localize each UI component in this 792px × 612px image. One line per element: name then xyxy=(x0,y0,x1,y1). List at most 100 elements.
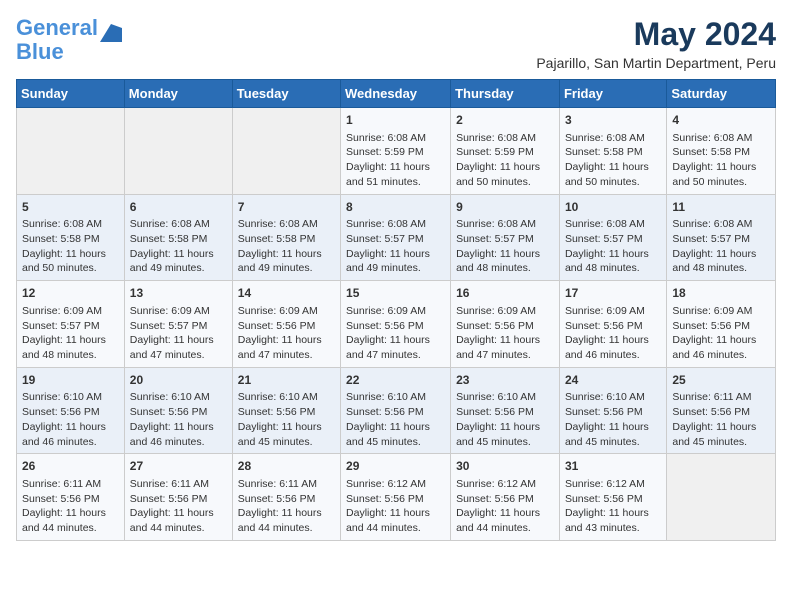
day-info: and 50 minutes. xyxy=(565,175,661,190)
logo-icon xyxy=(100,24,122,42)
calendar-cell: 21Sunrise: 6:10 AMSunset: 5:56 PMDayligh… xyxy=(232,367,340,454)
day-info: Sunrise: 6:08 AM xyxy=(565,217,661,232)
day-info: Daylight: 11 hours xyxy=(346,247,445,262)
day-info: Daylight: 11 hours xyxy=(130,506,227,521)
day-info: and 51 minutes. xyxy=(346,175,445,190)
day-info: Sunset: 5:56 PM xyxy=(456,405,554,420)
day-info: Daylight: 11 hours xyxy=(565,420,661,435)
day-info: Sunset: 5:56 PM xyxy=(238,405,335,420)
day-info: Daylight: 11 hours xyxy=(672,333,770,348)
calendar-cell: 8Sunrise: 6:08 AMSunset: 5:57 PMDaylight… xyxy=(341,194,451,281)
day-info: Daylight: 11 hours xyxy=(130,247,227,262)
day-info: Sunset: 5:58 PM xyxy=(130,232,227,247)
day-info: Daylight: 11 hours xyxy=(565,247,661,262)
calendar-cell: 30Sunrise: 6:12 AMSunset: 5:56 PMDayligh… xyxy=(451,454,560,541)
day-info: Sunset: 5:57 PM xyxy=(565,232,661,247)
day-info: Daylight: 11 hours xyxy=(22,420,119,435)
day-info: and 47 minutes. xyxy=(130,348,227,363)
calendar-cell: 20Sunrise: 6:10 AMSunset: 5:56 PMDayligh… xyxy=(124,367,232,454)
day-number: 6 xyxy=(130,199,227,216)
day-info: Sunrise: 6:11 AM xyxy=(130,477,227,492)
day-info: Sunset: 5:56 PM xyxy=(346,319,445,334)
calendar-cell: 22Sunrise: 6:10 AMSunset: 5:56 PMDayligh… xyxy=(341,367,451,454)
day-number: 28 xyxy=(238,458,335,475)
day-number: 29 xyxy=(346,458,445,475)
day-info: and 47 minutes. xyxy=(456,348,554,363)
week-row-3: 12 Sunrise: 6:09 AM Sunset: 5:57 PM Dayligh… xyxy=(17,281,776,368)
day-info: Sunset: 5:58 PM xyxy=(238,232,335,247)
calendar-table: SundayMondayTuesdayWednesdayThursdayFrid… xyxy=(16,79,776,541)
day-info: and 44 minutes. xyxy=(130,521,227,536)
day-info: Sunrise: 6:10 AM xyxy=(130,390,227,405)
calendar-cell: 6Sunrise: 6:08 AMSunset: 5:58 PMDaylight… xyxy=(124,194,232,281)
day-number: 11 xyxy=(672,199,770,216)
day-info: Sunrise: 6:10 AM xyxy=(346,390,445,405)
day-info: Daylight: 11 hours xyxy=(565,506,661,521)
calendar-cell: 13Sunrise: 6:09 AMSunset: 5:57 PMDayligh… xyxy=(124,281,232,368)
calendar-cell: 2Sunrise: 6:08 AMSunset: 5:59 PMDaylight… xyxy=(451,108,560,195)
day-info: Sunrise: 6:08 AM xyxy=(238,217,335,232)
day-info: Sunrise: 6:09 AM xyxy=(130,304,227,319)
calendar-cell: 7Sunrise: 6:08 AMSunset: 5:58 PMDaylight… xyxy=(232,194,340,281)
day-info: and 48 minutes. xyxy=(456,261,554,276)
day-info: Daylight: 11 hours xyxy=(456,420,554,435)
day-number: 8 xyxy=(346,199,445,216)
day-info: Sunrise: 6:08 AM xyxy=(130,217,227,232)
day-number: 19 xyxy=(22,372,119,389)
day-info: Sunrise: 6:09 AM xyxy=(238,304,335,319)
week-row-2: 5Sunrise: 6:08 AMSunset: 5:58 PMDaylight… xyxy=(17,194,776,281)
logo-text: General Blue xyxy=(16,16,98,64)
day-number: 16 xyxy=(456,285,554,302)
calendar-cell: 9Sunrise: 6:08 AMSunset: 5:57 PMDaylight… xyxy=(451,194,560,281)
day-info: Sunset: 5:57 PM xyxy=(346,232,445,247)
day-info: Sunrise: 6:08 AM xyxy=(22,217,119,232)
day-info: Sunrise: 6:08 AM xyxy=(672,131,770,146)
day-info: and 45 minutes. xyxy=(565,435,661,450)
calendar-cell: 23Sunrise: 6:10 AMSunset: 5:56 PMDayligh… xyxy=(451,367,560,454)
day-info: Sunset: 5:57 PM xyxy=(456,232,554,247)
day-number: 12 xyxy=(22,285,119,302)
calendar-cell xyxy=(232,108,340,195)
day-info: Sunset: 5:57 PM xyxy=(22,319,119,334)
week-row-1: 1Sunrise: 6:08 AMSunset: 5:59 PMDaylight… xyxy=(17,108,776,195)
day-info: Daylight: 11 hours xyxy=(672,247,770,262)
day-info: Sunrise: 6:11 AM xyxy=(672,390,770,405)
day-number: 3 xyxy=(565,112,661,129)
day-info: Daylight: 11 hours xyxy=(238,333,335,348)
day-number: 5 xyxy=(22,199,119,216)
calendar-cell: 29Sunrise: 6:12 AMSunset: 5:56 PMDayligh… xyxy=(341,454,451,541)
calendar-cell: 1Sunrise: 6:08 AMSunset: 5:59 PMDaylight… xyxy=(341,108,451,195)
day-info: Sunset: 5:56 PM xyxy=(456,492,554,507)
day-info: Daylight: 11 hours xyxy=(130,420,227,435)
weekday-header-tuesday: Tuesday xyxy=(232,80,340,108)
day-info: and 44 minutes. xyxy=(346,521,445,536)
day-info: Sunset: 5:56 PM xyxy=(22,492,119,507)
day-info: Sunset: 5:57 PM xyxy=(672,232,770,247)
day-info: Sunrise: 6:10 AM xyxy=(565,390,661,405)
day-info: Sunrise: 6:12 AM xyxy=(565,477,661,492)
day-info: Daylight: 11 hours xyxy=(22,506,119,521)
day-number: 21 xyxy=(238,372,335,389)
day-info: Daylight: 11 hours xyxy=(130,333,227,348)
day-info: Daylight: 11 hours xyxy=(238,420,335,435)
weekday-header-thursday: Thursday xyxy=(451,80,560,108)
day-info: Sunrise: 6:09 AM xyxy=(346,304,445,319)
calendar-cell: 4Sunrise: 6:08 AMSunset: 5:58 PMDaylight… xyxy=(667,108,776,195)
day-info: Daylight: 11 hours xyxy=(456,247,554,262)
day-info: Daylight: 11 hours xyxy=(456,160,554,175)
day-info: Sunset: 5:56 PM xyxy=(456,319,554,334)
calendar-cell: 28Sunrise: 6:11 AMSunset: 5:56 PMDayligh… xyxy=(232,454,340,541)
day-info: Sunset: 5:56 PM xyxy=(22,405,119,420)
day-info: and 45 minutes. xyxy=(456,435,554,450)
day-info: Daylight: 11 hours xyxy=(22,247,119,262)
day-info: Sunrise: 6:08 AM xyxy=(346,131,445,146)
day-number: 13 xyxy=(130,285,227,302)
day-number: 27 xyxy=(130,458,227,475)
day-info: and 50 minutes. xyxy=(22,261,119,276)
weekday-header-sunday: Sunday xyxy=(17,80,125,108)
day-info: Sunrise: 6:12 AM xyxy=(346,477,445,492)
day-info: Sunset: 5:56 PM xyxy=(565,492,661,507)
day-number: 25 xyxy=(672,372,770,389)
calendar-cell: 15Sunrise: 6:09 AMSunset: 5:56 PMDayligh… xyxy=(341,281,451,368)
day-number: 1 xyxy=(346,112,445,129)
